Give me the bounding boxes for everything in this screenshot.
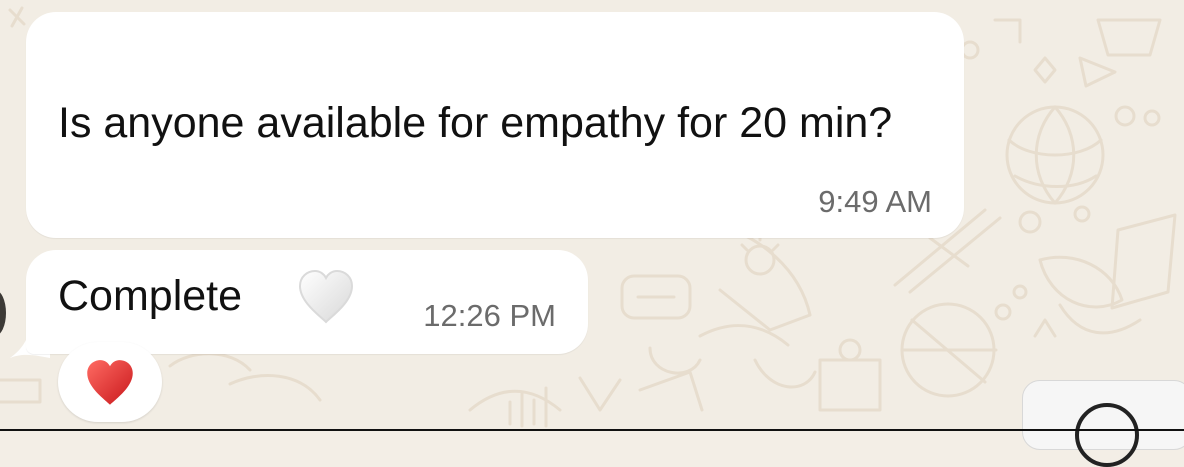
scroll-to-bottom-button[interactable]	[1022, 380, 1184, 467]
red-heart-icon	[87, 360, 133, 405]
circle-icon	[1075, 403, 1139, 467]
message-timestamp: 12:26 PM	[423, 298, 556, 333]
white-heart-icon	[298, 269, 354, 324]
sender-name	[60, 36, 840, 86]
incoming-message-bubble[interactable]: Is anyone available for empathy for 20 m…	[26, 12, 964, 238]
message-timestamp: 9:49 AM	[818, 184, 932, 219]
message-text: Complete	[58, 272, 243, 320]
reaction-badge[interactable]	[58, 342, 162, 422]
message-text: Is anyone available for empathy for 20 m…	[58, 99, 893, 147]
incoming-message-bubble[interactable]: Complete 12:26 PM	[26, 250, 588, 354]
